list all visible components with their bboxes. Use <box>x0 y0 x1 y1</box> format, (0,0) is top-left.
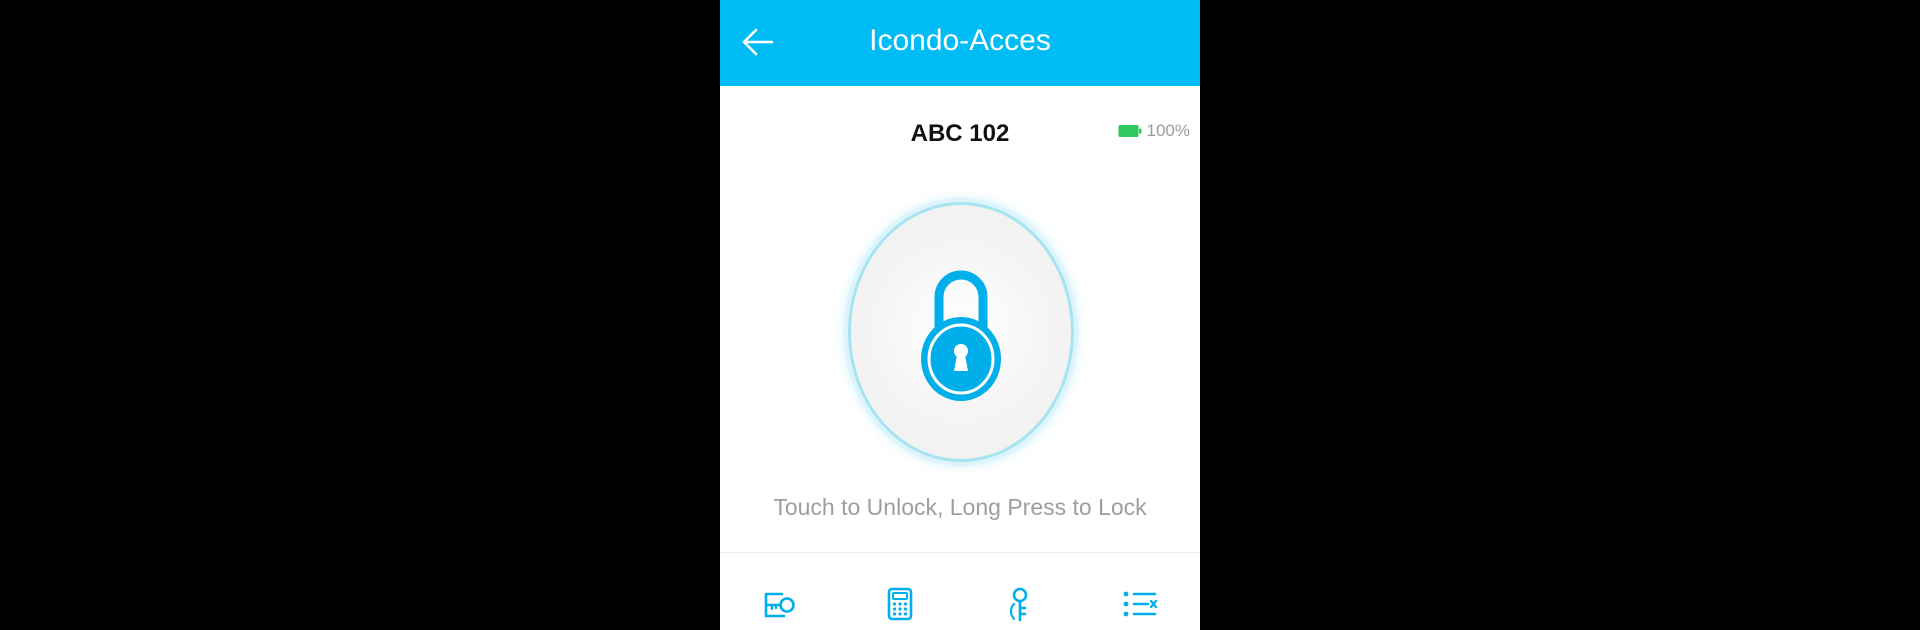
nav-passcode[interactable] <box>882 586 918 622</box>
header-bar: Icondo-Acces <box>720 0 1200 86</box>
lock-toggle-button[interactable] <box>848 202 1074 462</box>
battery-full-icon <box>1118 125 1142 137</box>
page-title: Icondo-Acces <box>869 24 1051 57</box>
padlock-icon <box>921 270 1001 401</box>
lock-hint-text: Touch to Unlock, Long Press to Lock <box>773 494 1147 520</box>
battery-level: 100% <box>1146 121 1190 140</box>
bottom-nav <box>720 580 1200 630</box>
battery-status: 100% <box>1118 120 1190 142</box>
nav-records[interactable] <box>1122 586 1158 622</box>
divider <box>720 552 1200 553</box>
app-screen: Icondo-Acces ABC 102 100% Touch to Unloc… <box>720 0 1200 630</box>
nav-fingerprint[interactable] <box>1002 586 1038 622</box>
records-list-icon <box>1123 591 1158 617</box>
passcode-keypad-icon <box>887 587 913 621</box>
nav-ekey[interactable] <box>762 586 798 622</box>
fingerprint-key-icon <box>1009 587 1028 622</box>
ekey-icon <box>764 592 795 618</box>
